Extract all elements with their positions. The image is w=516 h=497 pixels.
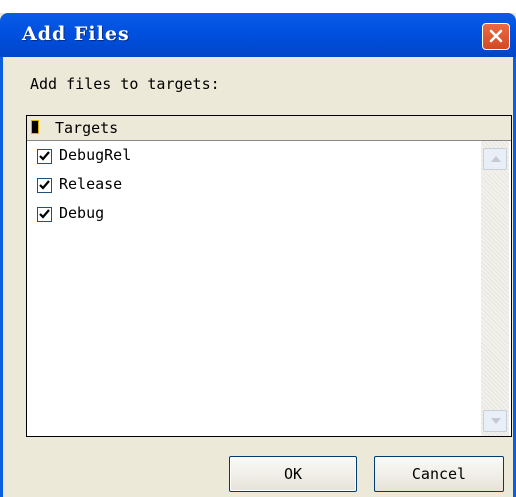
arrow-up-icon	[491, 156, 501, 162]
prompt-label: Add files to targets:	[30, 75, 220, 93]
target-label: DebugRel	[59, 146, 132, 164]
checkmark-icon	[39, 209, 50, 219]
debugrel-checkbox[interactable]	[37, 149, 52, 164]
targets-header-label: Targets	[55, 119, 119, 137]
close-icon	[489, 29, 503, 43]
debug-checkbox[interactable]	[37, 207, 52, 222]
add-files-dialog: Add Files Add files to targets: Targets …	[0, 13, 516, 497]
scroll-down-button[interactable]	[483, 410, 507, 432]
close-button[interactable]	[482, 23, 510, 50]
target-label: Release	[59, 175, 123, 193]
target-icon	[31, 120, 39, 134]
ok-button[interactable]: OK	[229, 456, 357, 492]
targets-header[interactable]: Targets	[27, 116, 511, 141]
release-checkbox[interactable]	[37, 178, 52, 193]
vertical-scrollbar[interactable]	[481, 141, 509, 436]
checkmark-icon	[39, 180, 50, 190]
scroll-up-button[interactable]	[483, 148, 507, 170]
title-bar[interactable]: Add Files	[0, 13, 516, 57]
cancel-button[interactable]: Cancel	[374, 456, 504, 492]
window-border-left	[0, 57, 3, 497]
target-label: Debug	[59, 204, 105, 222]
window-title: Add Files	[22, 23, 130, 45]
arrow-down-icon	[491, 418, 501, 424]
targets-list[interactable]: Targets DebugRel Release Debug	[26, 115, 512, 437]
checkmark-icon	[39, 151, 50, 161]
